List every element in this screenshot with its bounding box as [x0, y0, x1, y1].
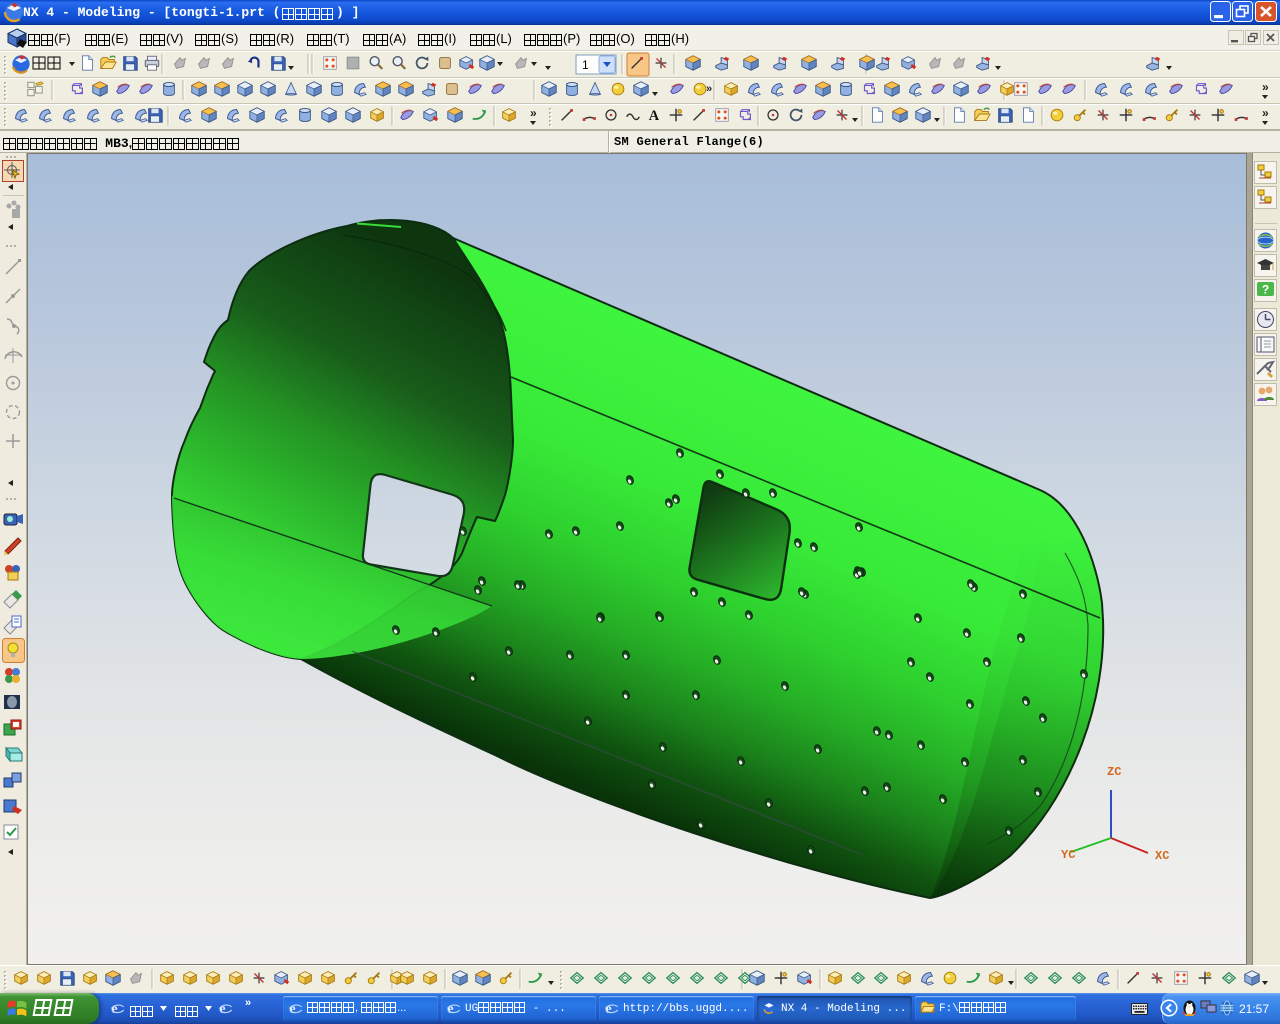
svg-text:XC: XC: [1155, 849, 1169, 863]
svg-text:e: e: [219, 1001, 225, 1016]
svg-text:YC: YC: [1061, 848, 1075, 862]
svg-text:e: e: [605, 1001, 611, 1016]
svg-text:e: e: [111, 1001, 117, 1016]
svg-text:»: »: [1262, 80, 1269, 94]
svg-text:e: e: [289, 1001, 295, 1016]
svg-text:ZC: ZC: [1107, 765, 1121, 779]
svg-text:1: 1: [582, 58, 589, 72]
svg-text:»: »: [706, 83, 712, 95]
svg-text:»: »: [530, 106, 537, 120]
svg-text:»: »: [1262, 106, 1269, 120]
svg-text:?: ?: [1262, 283, 1269, 297]
svg-text:e: e: [447, 1001, 453, 1016]
